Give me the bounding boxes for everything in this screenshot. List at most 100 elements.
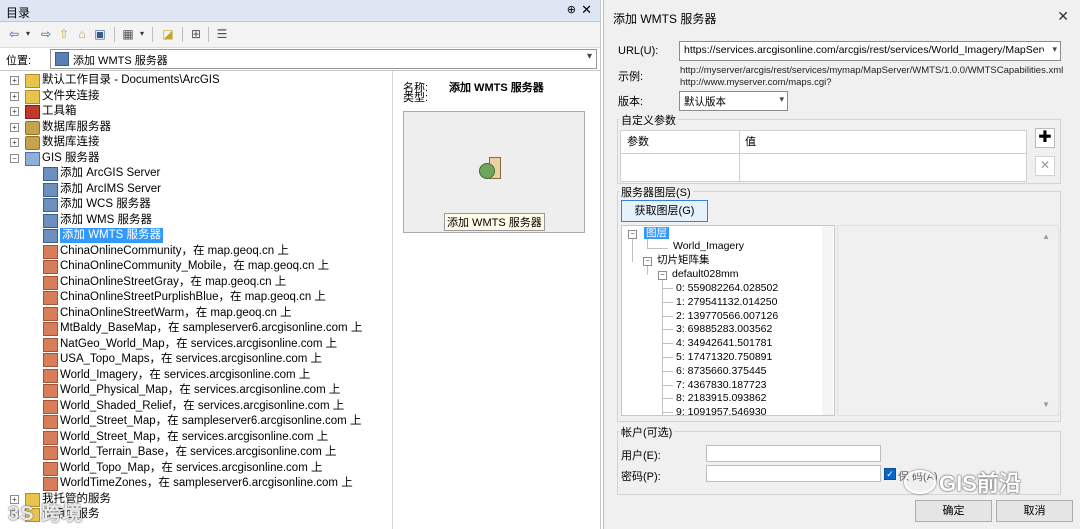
tree-item[interactable]: NatGeo_World_Map，在 services.arcgisonline… bbox=[0, 337, 390, 352]
collapse-default-icon[interactable]: − bbox=[658, 271, 667, 280]
tile-level-node[interactable]: 1: 279541132.014250 bbox=[676, 296, 777, 309]
collapse-icon[interactable]: − bbox=[10, 153, 19, 163]
tile-level-node[interactable]: 9: 1091957.546930 bbox=[676, 406, 767, 415]
user-field[interactable] bbox=[706, 445, 881, 462]
param-column-header: 参数 bbox=[627, 136, 649, 148]
tree-item-label: WorldTimeZones，在 sampleserver6.arcgisonl… bbox=[60, 477, 353, 489]
pin-icon[interactable]: ⊕ bbox=[567, 3, 576, 16]
tree-item-label: 文件夹连接 bbox=[42, 89, 100, 102]
tree-item[interactable]: World_Topo_Map，在 services.arcgisonline.c… bbox=[0, 461, 390, 476]
close-icon[interactable]: ✕ bbox=[581, 2, 592, 18]
custom-params-title: 自定义参数 bbox=[619, 112, 678, 128]
tree-item-label: ChinaOnlineStreetGray，在 map.geoq.cn 上 bbox=[60, 275, 287, 288]
url-field[interactable]: https://services.arcgisonline.com/arcgis… bbox=[679, 41, 1061, 61]
tree-item[interactable]: + 数据库服务器 bbox=[0, 120, 390, 135]
back-dropdown-icon[interactable]: ▾ bbox=[20, 26, 36, 42]
version-select[interactable]: 默认版本 ▾ bbox=[679, 91, 788, 111]
tree-view-icon[interactable]: ⊞ bbox=[188, 26, 204, 42]
layers-node[interactable]: 图层 bbox=[644, 227, 669, 240]
tree-item[interactable]: ChinaOnlineCommunity，在 map.geoq.cn 上 bbox=[0, 244, 390, 259]
value-column-header: 值 bbox=[745, 136, 756, 148]
add-param-button[interactable]: ✚ bbox=[1035, 128, 1055, 148]
scroll-up-icon[interactable]: ▲ bbox=[1042, 232, 1050, 241]
up-folder-icon[interactable]: ⇧ bbox=[56, 26, 72, 42]
tree-item[interactable]: World_Physical_Map，在 services.arcgisonli… bbox=[0, 383, 390, 398]
tile-level-node[interactable]: 3: 69885283.003562 bbox=[676, 323, 772, 336]
tile-level-node[interactable]: 4: 34942641.501781 bbox=[676, 337, 772, 350]
home-folder-icon[interactable]: ⌂ bbox=[74, 26, 90, 42]
tree-item[interactable]: USA_Topo_Maps，在 services.arcgisonline.co… bbox=[0, 352, 390, 367]
close-icon[interactable]: ✕ bbox=[1057, 8, 1069, 25]
collapse-layers-icon[interactable]: − bbox=[628, 230, 637, 239]
tree-item[interactable]: World_Imagery，在 services.arcgisonline.co… bbox=[0, 368, 390, 383]
get-layers-button[interactable]: 获取图层(G) bbox=[621, 200, 708, 222]
tree-item[interactable]: World_Terrain_Base，在 services.arcgisonli… bbox=[0, 445, 390, 460]
scroll-down-icon[interactable]: ▼ bbox=[1042, 400, 1050, 409]
tile-matrix-sets-node[interactable]: 切片矩阵集 bbox=[657, 254, 710, 267]
tree-item[interactable]: + 默认工作目录 - Documents\ArcGIS bbox=[0, 73, 390, 88]
location-combo[interactable]: 添加 WMTS 服务器 ▾ bbox=[50, 49, 597, 69]
gis-server-icon bbox=[25, 151, 40, 166]
layers-tree[interactable]: − 图层 World_Imagery − 切片矩阵集 − default028m… bbox=[621, 225, 835, 416]
tile-level-node[interactable]: 6: 8735660.375445 bbox=[676, 365, 767, 378]
tree-item[interactable]: + 工具箱 bbox=[0, 104, 390, 119]
forward-arrow-icon[interactable]: ⇨ bbox=[38, 26, 54, 42]
expand-icon[interactable]: + bbox=[10, 107, 19, 116]
tree-item[interactable]: 添加 WMTS 服务器 bbox=[0, 228, 390, 243]
tree-item[interactable]: 添加 ArcIMS Server bbox=[0, 182, 390, 197]
world-imagery-node[interactable]: World_Imagery bbox=[673, 240, 744, 253]
tree-item[interactable]: ChinaOnlineStreetPurplishBlue，在 map.geoq… bbox=[0, 290, 390, 305]
catalog-panel: 目录 ⊕ ✕ ⇦ ▾ ⇨ ⇧ ⌂ ▣ ▦ ▾ ◪ ⊞ ☰ 位置: 添加 WMTS… bbox=[0, 0, 601, 529]
tree-item[interactable]: − GIS 服务器 bbox=[0, 151, 390, 166]
expand-icon[interactable]: + bbox=[10, 122, 19, 132]
chevron-down-icon[interactable]: ▾ bbox=[1052, 44, 1057, 55]
tree-item[interactable]: ChinaOnlineStreetGray，在 map.geoq.cn 上 bbox=[0, 275, 390, 290]
cancel-button[interactable]: 取消 bbox=[996, 500, 1073, 522]
tree-item[interactable]: ChinaOnlineCommunity_Mobile，在 map.geoq.c… bbox=[0, 259, 390, 274]
layers-scrollbar[interactable] bbox=[822, 226, 833, 415]
tree-item[interactable]: 添加 WMS 服务器 bbox=[0, 213, 390, 228]
expand-icon[interactable]: + bbox=[10, 76, 19, 85]
tree-item[interactable]: 添加 ArcGIS Server bbox=[0, 166, 390, 181]
view-dropdown-icon[interactable]: ▾ bbox=[134, 26, 150, 42]
tree-item-label: ChinaOnlineCommunity，在 map.geoq.cn 上 bbox=[60, 244, 289, 257]
tile-level-node[interactable]: 8: 2183915.093862 bbox=[676, 392, 767, 405]
catalog-toolbar: ⇦ ▾ ⇨ ⇧ ⌂ ▣ ▦ ▾ ◪ ⊞ ☰ bbox=[0, 22, 600, 48]
tree-item[interactable]: World_Street_Map，在 sampleserver6.arcgiso… bbox=[0, 414, 390, 429]
folder-connection-icon bbox=[25, 89, 40, 104]
default-set-node[interactable]: default028mm bbox=[672, 268, 739, 281]
layer-preview-panel: ▲ ▼ bbox=[837, 225, 1059, 416]
toolbox-icon bbox=[25, 105, 40, 119]
expand-icon[interactable]: + bbox=[10, 91, 19, 101]
tree-item[interactable]: ChinaOnlineStreetWarm，在 map.geoq.cn 上 bbox=[0, 306, 390, 321]
tree-item[interactable]: World_Shaded_Relief，在 services.arcgisonl… bbox=[0, 399, 390, 414]
collapse-tms-icon[interactable]: − bbox=[643, 257, 652, 266]
tree-item[interactable]: + 文件夹连接 bbox=[0, 89, 390, 104]
tile-level-node[interactable]: 7: 4367830.187723 bbox=[676, 379, 767, 392]
ok-button[interactable]: 确定 bbox=[915, 500, 992, 522]
map-service-icon bbox=[43, 244, 58, 259]
tree-item[interactable]: World_Street_Map，在 services.arcgisonline… bbox=[0, 430, 390, 445]
tile-level-node[interactable]: 5: 17471320.750891 bbox=[676, 351, 772, 364]
tree-item[interactable]: WorldTimeZones，在 sampleserver6.arcgisonl… bbox=[0, 476, 390, 491]
chevron-down-icon[interactable]: ▾ bbox=[587, 51, 592, 62]
map-service-icon bbox=[43, 384, 58, 398]
tile-level-node[interactable]: 2: 139770566.007126 bbox=[676, 310, 778, 323]
tree-item[interactable]: MtBaldy_BaseMap，在 sampleserver6.arcgison… bbox=[0, 321, 390, 336]
map-service-icon bbox=[43, 461, 58, 476]
expand-icon[interactable]: + bbox=[10, 138, 19, 147]
tree-item[interactable]: + 数据库连接 bbox=[0, 135, 390, 150]
folder-home-icon bbox=[25, 74, 40, 88]
save-password-checkbox[interactable]: ✓ bbox=[884, 468, 896, 480]
map-service-icon bbox=[43, 477, 58, 491]
tree-item-label: 默认工作目录 - Documents\ArcGIS bbox=[42, 74, 220, 86]
connect-folder-icon[interactable]: ◪ bbox=[160, 26, 176, 42]
disconnect-icon[interactable]: ▣ bbox=[92, 26, 108, 42]
tree-item[interactable]: 添加 WCS 服务器 bbox=[0, 197, 390, 212]
remove-param-button[interactable]: ✕ bbox=[1035, 156, 1055, 176]
password-field[interactable] bbox=[706, 465, 881, 482]
chevron-down-icon[interactable]: ▾ bbox=[779, 94, 784, 105]
options-icon[interactable]: ☰ bbox=[214, 26, 230, 42]
tile-level-node[interactable]: 0: 559082264.028502 bbox=[676, 282, 778, 295]
params-table[interactable]: 参数 值 bbox=[620, 130, 1027, 182]
